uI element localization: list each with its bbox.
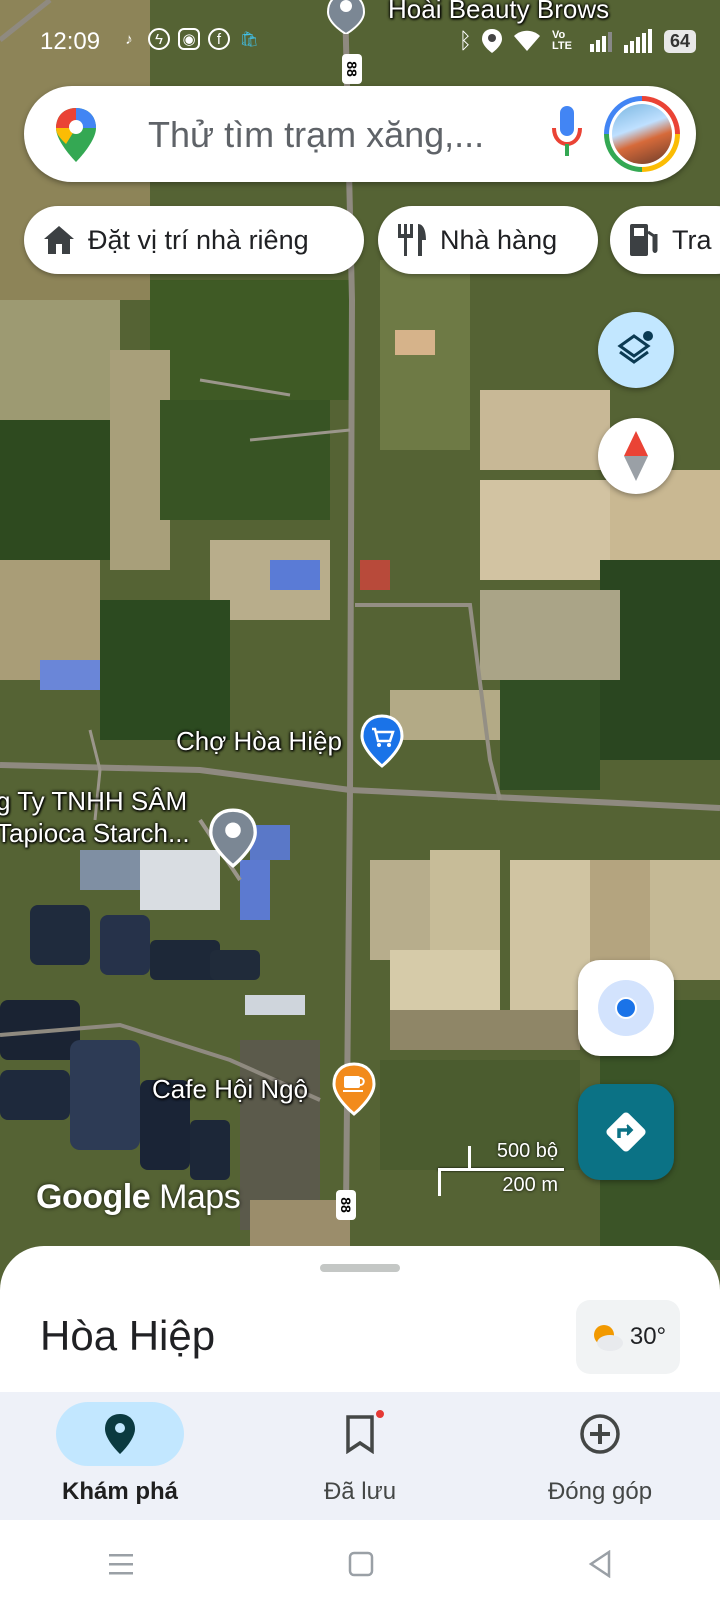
bookmark-icon [346,1415,374,1454]
chip-restaurant-label: Nhà hàng [440,224,558,255]
chip-gas-label: Tra [672,224,712,255]
status-right: ᛒ Vo LTE 64 [459,28,696,54]
restaurant-icon [398,224,426,256]
status-time: 12:09 [40,28,101,55]
nav-explore[interactable]: Khám phá [0,1402,240,1506]
back-icon[interactable] [587,1550,613,1578]
avatar-photo [612,104,672,164]
layers-icon [617,331,653,364]
nav-saved[interactable]: Đã lưu [240,1402,480,1506]
notification-dot [374,1408,386,1420]
search-bar[interactable]: Thử tìm trạm xăng,... [24,86,696,182]
map-label-company-line1[interactable]: g Ty TNHH SÂM [0,786,187,817]
status-bar: 12:09 ♪ ϟ ◉ f 🛍 ᛒ Vo LTE 64 [0,0,720,80]
microphone-icon[interactable] [552,106,582,158]
map-scale: 500 bộ 200 m [438,1138,564,1198]
bottom-sheet[interactable]: Hòa Hiệp 30° [0,1246,720,1396]
nav-contribute-label: Đóng góp [547,1478,653,1505]
nav-saved-label: Đã lưu [323,1478,397,1505]
weather-chip[interactable]: 30° [576,1300,680,1374]
my-location-icon [598,980,654,1036]
home-icon [44,226,74,254]
location-icon [481,29,502,53]
messenger-icon: ϟ [148,28,170,50]
scale-tick-left [438,1168,441,1196]
nav-saved-pill [296,1402,424,1466]
map-label-cafe[interactable]: Cafe Hội Ngộ [152,1074,308,1105]
chip-restaurant[interactable]: Nhà hàng [378,206,598,274]
gas-station-icon [630,224,658,256]
google-maps-watermark: Google Maps [36,1178,241,1217]
directions-icon [606,1112,646,1152]
bottom-navigation: Khám phá Đã lưu Đóng góp [0,1392,720,1520]
chip-home[interactable]: Đặt vị trí nhà riêng [24,206,364,274]
place-title: Hòa Hiệp [40,1312,216,1359]
weather-temp: 30° [629,1323,667,1350]
bluetooth-icon: ᛒ [458,28,472,53]
chip-home-label: Đặt vị trí nhà riêng [88,224,309,255]
shopping-cart-pin-icon[interactable] [360,714,404,768]
chip-gas[interactable]: Tra [610,206,720,274]
watermark-google: Google [36,1178,151,1216]
layers-button[interactable] [598,312,674,388]
instagram-icon: ◉ [178,28,200,50]
recent-apps-icon[interactable] [107,1552,135,1576]
watermark-maps: Maps [159,1178,241,1216]
compass-icon [624,431,648,481]
route-shield-bottom: 88 [336,1190,356,1220]
system-navigation-bar [0,1520,720,1608]
signal-icon-2 [623,29,652,53]
signal-icon-1 [589,32,612,52]
explore-pin-icon [105,1414,135,1454]
carrier-label: Vo LTE [551,29,572,52]
nav-explore-pill [56,1402,184,1466]
facebook-icon: f [208,28,230,50]
directions-button[interactable] [578,1084,674,1180]
compass-button[interactable] [598,418,674,494]
nav-contribute[interactable]: Đóng góp [480,1402,720,1506]
search-placeholder[interactable]: Thử tìm trạm xăng,... [148,114,484,156]
notification-icons: ♪ ϟ ◉ f 🛍 [118,28,260,50]
partly-cloudy-icon [593,1325,623,1351]
add-circle-icon [580,1414,620,1454]
scale-meters: 200 m [502,1174,558,1196]
battery-indicator: 64 [663,29,696,53]
map-label-market[interactable]: Chợ Hòa Hiệp [176,726,342,757]
my-location-button[interactable] [578,960,674,1056]
home-nav-icon[interactable] [348,1551,374,1577]
scale-feet: 500 bộ [496,1140,558,1162]
scale-tick-mid [468,1146,471,1170]
google-maps-logo-icon [56,108,96,162]
nav-contribute-pill [536,1402,664,1466]
scale-line [438,1168,564,1171]
wifi-icon [513,30,540,51]
tiktok-icon: ♪ [125,30,133,48]
shopping-icon: 🛍 [239,31,259,48]
route-number: 88 [337,1197,354,1213]
place-pin-icon[interactable] [208,808,258,868]
sheet-drag-handle[interactable] [320,1264,400,1272]
cafe-pin-icon[interactable] [332,1062,376,1116]
account-avatar[interactable] [604,96,680,172]
map-label-company-line2[interactable]: Tapioca Starch... [0,818,190,849]
nav-explore-label: Khám phá [61,1478,178,1505]
